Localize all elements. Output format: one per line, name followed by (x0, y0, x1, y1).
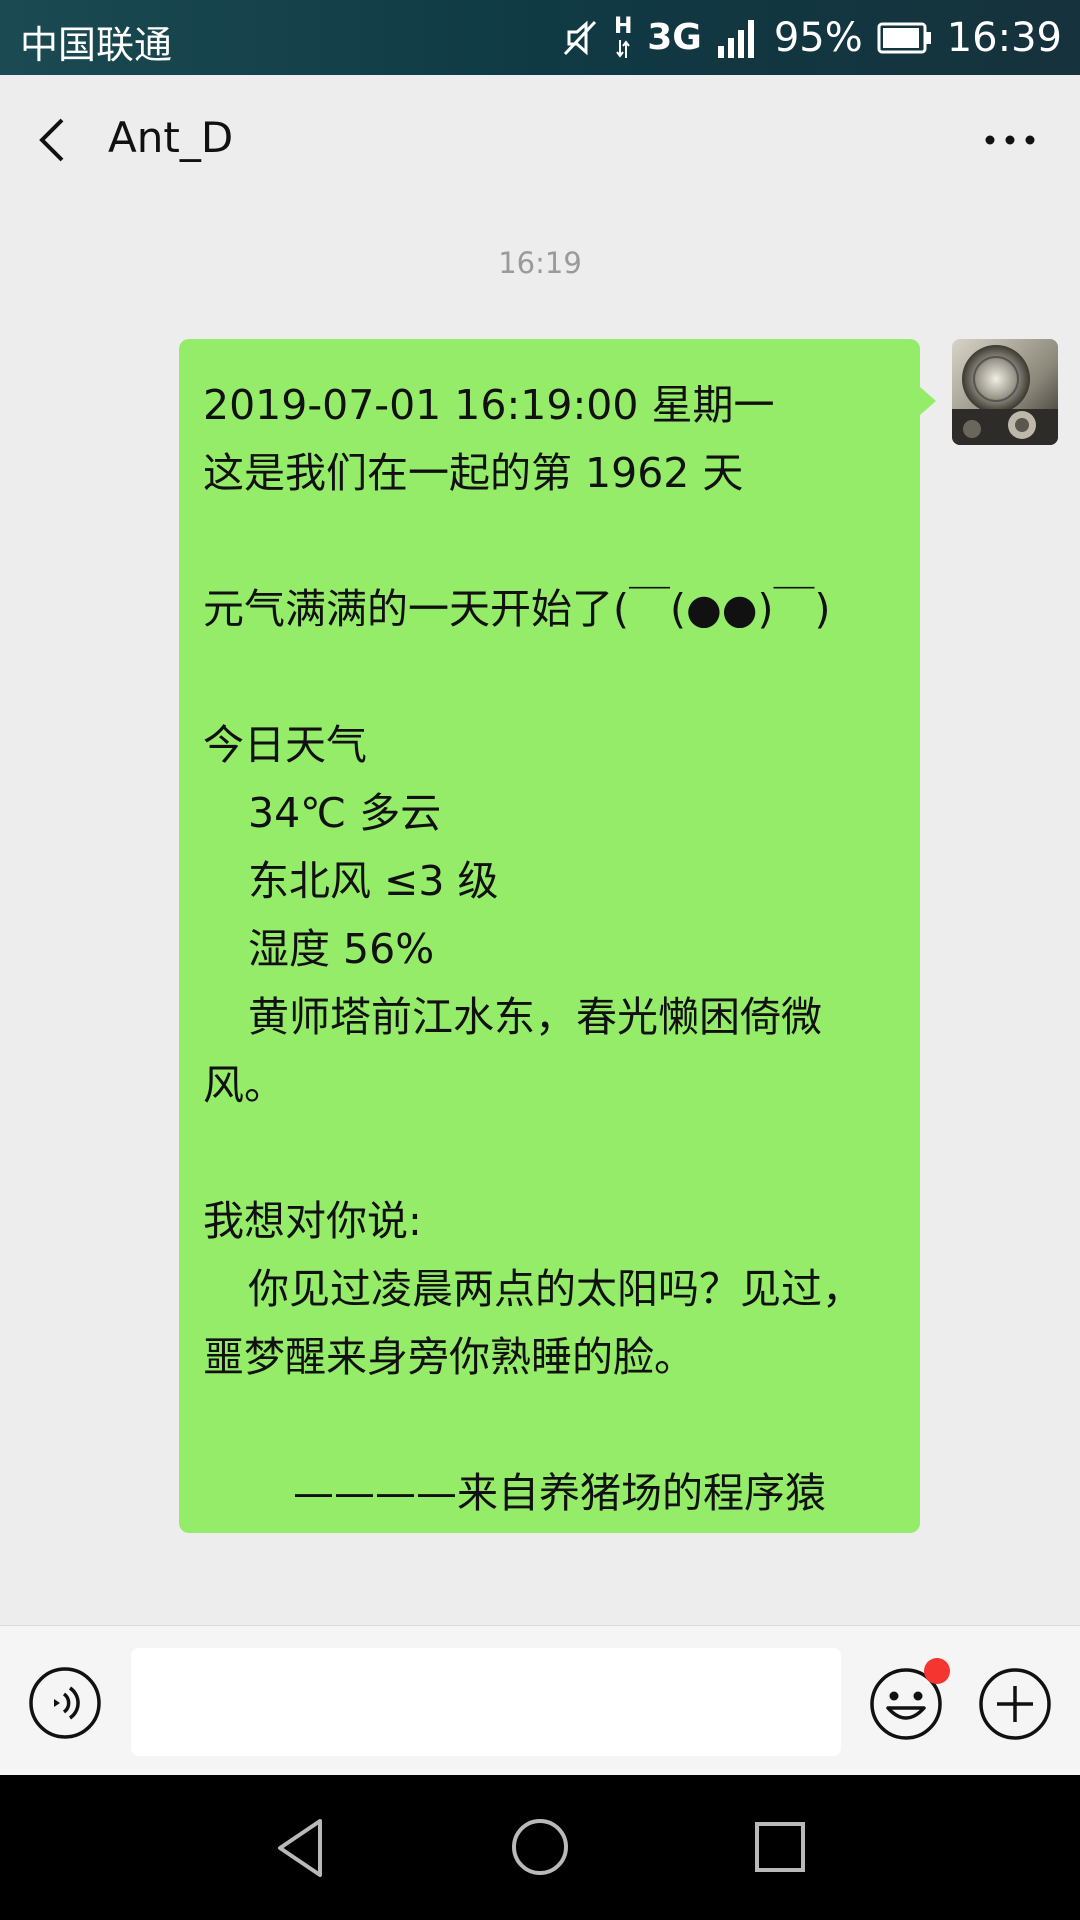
message-line: 2019-07-01 16:19:00 星期一 (203, 381, 775, 429)
message-line: 噩梦醒来身旁你熟睡的脸。 (203, 1333, 695, 1381)
status-clock: 16:39 (946, 15, 1062, 61)
more-button[interactable] (980, 125, 1040, 155)
message-line (203, 1119, 900, 1187)
message-timestamp: 16:19 (498, 246, 582, 280)
message-line: 今日天气 (203, 721, 367, 769)
status-bar: 中国联通 H 3G 95% 16:39 (0, 0, 1080, 75)
chat-header: Ant_D (0, 75, 1080, 205)
message-line: 风。 (203, 1061, 285, 1109)
more-actions-button[interactable] (977, 1666, 1053, 1742)
nav-home-button[interactable] (510, 1817, 570, 1877)
battery-icon (877, 22, 931, 54)
notification-dot (924, 1658, 950, 1684)
chevron-left-icon (39, 118, 64, 162)
message-line (203, 643, 900, 711)
message-line: 元气满满的一天开始了(￣(●●)￣) (203, 585, 831, 633)
nav-home-icon (512, 1819, 568, 1875)
message-line: 这是我们在一起的第 1962 天 (203, 449, 744, 497)
battery-percent: 95% (773, 15, 863, 61)
mute-icon (564, 20, 597, 56)
plus-icon (979, 1668, 1051, 1740)
signal-icon (717, 20, 754, 58)
nav-back-icon (278, 1819, 322, 1877)
message-line: 34℃ 多云 (248, 789, 442, 837)
data-arrows-icon (616, 40, 631, 58)
message-line (203, 507, 900, 575)
more-dots-icon (985, 135, 1035, 145)
system-nav-bar (0, 1775, 1080, 1920)
avatar[interactable] (952, 339, 1058, 445)
h-network-indicator: H (613, 16, 633, 60)
voice-icon (29, 1667, 101, 1739)
message-line: 湿度 56% (248, 925, 435, 973)
back-button[interactable] (30, 112, 80, 168)
voice-button[interactable] (28, 1666, 102, 1740)
message-line: 东北风 ≤3 级 (248, 857, 499, 905)
message-line: 你见过凌晨两点的太阳吗？见过， (248, 1265, 863, 1313)
bubble-tail (920, 387, 936, 415)
message-line: 黄师塔前江水东，春光懒困倚微 (248, 993, 822, 1041)
chat-title: Ant_D (108, 113, 234, 162)
nav-back-button[interactable] (270, 1815, 330, 1881)
network-type: 3G (647, 17, 702, 58)
h-mark: H (613, 14, 633, 39)
status-icons: H 3G 95% 16:39 (563, 10, 1062, 66)
nav-recent-icon (755, 1822, 805, 1872)
message-bubble[interactable]: 2019-07-01 16:19:00 星期一 这是我们在一起的第 1962 天… (179, 339, 920, 1533)
camera-avatar-image (952, 339, 1058, 445)
message-input[interactable] (131, 1648, 841, 1756)
message-line: 我想对你说: (203, 1197, 422, 1245)
message-line (203, 1391, 900, 1459)
carrier-name: 中国联通 (20, 23, 173, 67)
nav-recent-button[interactable] (752, 1819, 808, 1875)
message-line: ————来自养猪场的程序猿 (293, 1469, 826, 1517)
input-bar (0, 1625, 1080, 1776)
